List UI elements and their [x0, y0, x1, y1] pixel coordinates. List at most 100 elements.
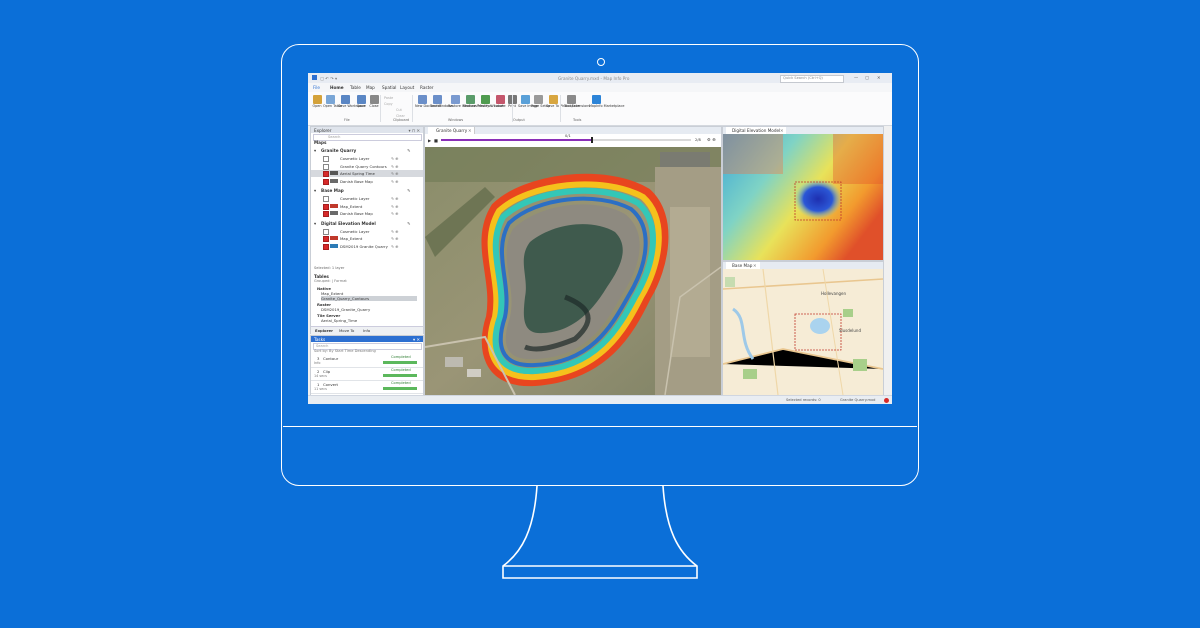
tab-base-map[interactable]: Base Map ✕ [726, 262, 760, 269]
mapinfo-marketplace-button[interactable]: MapInfo Marketplace [589, 95, 624, 109]
layer-tools-icon[interactable]: ✎ ⊕ [391, 229, 399, 234]
map-group[interactable]: Base Map ▾ ✎ [311, 187, 423, 194]
save-button[interactable]: Save [354, 95, 368, 109]
table-item[interactable]: Aerial_Spring_Time [321, 318, 357, 323]
tool-windows-button[interactable]: Tool Windows [430, 95, 453, 109]
tasks-sort-label[interactable]: Sort by: By Start Time Descending [314, 349, 376, 354]
status-current-table[interactable]: Granite Quarry.mxd [840, 398, 875, 403]
feature-previews-button[interactable]: Feature Previews [463, 95, 492, 109]
group-tools-icon[interactable]: ✎ [407, 188, 411, 193]
layer-row[interactable]: Aerial Spring Time ✎ ⊕ [311, 170, 423, 177]
notification-icon[interactable] [884, 398, 889, 403]
save-to-photospace-button[interactable]: Save To Photospace [546, 95, 580, 109]
layer-row[interactable]: Granite Quarry Contours ✎ ⊕ [311, 163, 423, 170]
layer-visibility-checkbox[interactable] [323, 156, 329, 162]
layer-tools-icon[interactable]: ✎ ⊕ [391, 236, 399, 241]
layer-visibility-checkbox[interactable] [323, 236, 329, 242]
layer-visibility-checkbox[interactable] [323, 171, 329, 177]
layer-tools-icon[interactable]: ✎ ⊕ [391, 211, 399, 216]
tab-close-icon[interactable]: ✕ [468, 128, 472, 133]
modify-window-button[interactable]: Modify Window [478, 95, 504, 109]
tab-close-icon[interactable]: ✕ [753, 263, 757, 268]
layer-row[interactable]: Danish Base Map ✎ ⊕ [311, 178, 423, 185]
open-button[interactable]: Open [310, 95, 324, 109]
layer-tools-icon[interactable]: ✎ ⊕ [391, 179, 399, 184]
time-slider-thumb[interactable] [591, 137, 593, 143]
menu-home[interactable]: Home [330, 85, 344, 90]
explorer-tab-explorer[interactable]: Explorer [315, 328, 333, 333]
quick-access-toolbar[interactable]: ▢ ↶ ↷ ▾ [320, 76, 337, 81]
layer-tools-icon[interactable]: ✎ ⊕ [391, 196, 399, 201]
tab-granite-quarry-label: Granite Quarry [436, 128, 468, 133]
minimize-button[interactable]: — [854, 75, 858, 80]
menu-map[interactable]: Map [366, 85, 375, 90]
map-group[interactable]: Granite Quarry ▾ ✎ [311, 147, 423, 154]
maximize-button[interactable]: ▢ [865, 75, 869, 80]
group-tools-icon[interactable]: ✎ [407, 221, 411, 226]
locate-icon [495, 95, 505, 104]
layer-visibility-checkbox[interactable] [323, 243, 329, 250]
slider-settings-icon[interactable]: ⚙ ⊕ [707, 137, 716, 142]
menu-layout[interactable]: Layout [400, 85, 414, 90]
explorer-tab-move-to[interactable]: Move To [339, 328, 354, 333]
save-image-button[interactable]: Save Image [518, 95, 538, 109]
layer-tools-icon[interactable]: ✎ ⊕ [391, 171, 399, 176]
open-table-button[interactable]: Open Table [323, 95, 342, 109]
layer-tools-icon[interactable]: ✎ ⊕ [391, 244, 399, 249]
tasks-close-icon[interactable]: ▾ ✕ [413, 337, 420, 342]
explorer-tab-info[interactable]: Info [363, 328, 370, 333]
layer-visibility-checkbox[interactable] [323, 196, 329, 202]
layer-row[interactable]: Cosmetic Layer ✎ ⊕ [311, 228, 423, 235]
time-slider-track[interactable] [441, 137, 691, 143]
layer-tools-icon[interactable]: ✎ ⊕ [391, 204, 399, 209]
close-button[interactable]: Close [367, 95, 381, 109]
expand-icon[interactable]: ▾ [314, 188, 316, 193]
tab-close-icon[interactable]: ✕ [780, 128, 784, 133]
tab-granite-quarry[interactable]: Granite Quarry ✕ [428, 127, 475, 134]
layer-visibility-checkbox[interactable] [323, 203, 329, 210]
layer-row[interactable]: Cosmetic Layer ✎ ⊕ [311, 195, 423, 202]
menu-spatial[interactable]: Spatial [382, 85, 396, 90]
panel-pin-icon[interactable]: ▾ ⊓ ✕ [408, 128, 420, 133]
layer-row[interactable]: Map_Extent ✎ ⊕ [311, 203, 423, 210]
save-workspace-button[interactable]: Save Workspace [338, 95, 366, 109]
layer-row[interactable]: Map_Extent ✎ ⊕ [311, 235, 423, 242]
map-group[interactable]: Digital Elevation Model ▾ ✎ [311, 220, 423, 227]
page-setup-button[interactable]: Page Setup [531, 95, 550, 109]
menu-raster[interactable]: Raster [420, 85, 434, 90]
layer-tools-icon[interactable]: ✎ ⊕ [391, 164, 399, 169]
table-item[interactable]: Granite_Quarry_Contours [321, 296, 417, 301]
expand-icon[interactable]: ▾ [314, 148, 316, 153]
menu-file[interactable]: File [313, 85, 320, 90]
layer-row[interactable]: Danish Base Map ✎ ⊕ [311, 210, 423, 217]
layer-row[interactable]: DSM2019 Granite Quarry ✎ ⊕ [311, 243, 423, 250]
maps-section-label[interactable]: Maps [314, 140, 326, 145]
dem-map-canvas[interactable] [723, 134, 883, 260]
restore-windows-button[interactable]: Restore Windows [448, 95, 477, 109]
task-row[interactable]: 2 Clip 14 secs Completed [311, 368, 423, 381]
aerial-map-canvas[interactable] [425, 147, 721, 395]
tab-digital-elevation-model[interactable]: Digital Elevation Model ✕ [726, 127, 786, 134]
group-tools-icon[interactable]: ✎ [407, 148, 411, 153]
layer-visibility-checkbox[interactable] [323, 178, 329, 185]
close-window-button[interactable]: ✕ [877, 75, 881, 80]
menu-table[interactable]: Table [350, 85, 361, 90]
play-icon[interactable]: ▶ [428, 138, 431, 143]
new-document-button[interactable]: New Document [415, 95, 441, 109]
layer-tools-icon[interactable]: ✎ ⊕ [391, 156, 399, 161]
clipboard-cut-button[interactable]: Cut [396, 108, 402, 113]
layer-visibility-checkbox[interactable] [323, 211, 329, 217]
task-row[interactable]: 1 Convert 11 secs Completed [311, 381, 423, 394]
tool-extensions-button[interactable]: Tool Extensions [564, 95, 590, 109]
stop-icon[interactable]: ■ [434, 138, 438, 143]
quick-search-input[interactable]: Quick Search (Ctrl+Q) [780, 74, 844, 83]
layer-row[interactable]: Cosmetic Layer ✎ ⊕ [311, 155, 423, 162]
task-row[interactable]: 3 Contour Info Completed [311, 355, 423, 368]
layer-visibility-checkbox[interactable] [323, 163, 329, 170]
tables-grouped-by[interactable]: Grouped: | Format [314, 279, 347, 284]
table-item[interactable]: DSM2019_Granite_Quarry [321, 307, 370, 312]
layer-visibility-checkbox[interactable] [323, 228, 329, 235]
clipboard-copy-button[interactable]: Copy [384, 102, 393, 107]
expand-icon[interactable]: ▾ [314, 221, 316, 226]
clipboard-paste-button[interactable]: Paste [384, 96, 393, 101]
